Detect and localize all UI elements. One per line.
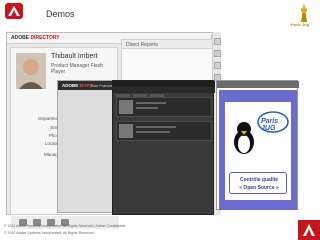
presentation-window: Paris JUG Contrôle qualité « Open Source…	[216, 80, 299, 210]
field-email-label: Email:	[15, 125, 63, 130]
scroll-step-icon[interactable]	[214, 50, 221, 57]
slide-canvas: Paris JUG Contrôle qualité « Open Source…	[225, 102, 291, 200]
penguin-icon	[234, 122, 254, 154]
presentation-toolbar	[217, 81, 299, 88]
adobe-logo-icon	[5, 3, 23, 19]
person-title: Product Manager Flash Player	[51, 63, 103, 75]
directory-brand: ADOBE DIRECTORY	[11, 35, 60, 41]
slide-title: Demos	[46, 9, 75, 19]
quality-control-box: Contrôle qualité « Open Source »	[229, 172, 287, 194]
direct-reports-title: Direct Reports	[126, 42, 158, 48]
maps-window: ADOBE MAPS San Francisco, CA	[57, 80, 124, 213]
field-manager-label: Manager:	[43, 152, 63, 157]
presentation-slide: Paris JUG Contrôle qualité « Open Source…	[219, 90, 297, 210]
dark-app-toolbar	[113, 87, 215, 98]
quality-control-line2: « Open Source »	[239, 185, 279, 191]
direct-reports-header: Direct Reports	[122, 40, 216, 49]
list-item-thumbnail	[119, 100, 133, 114]
footer-copyright-1: © 2011 Adobe Systems Incorporated. All R…	[4, 224, 126, 228]
scroll-up-arrow-icon[interactable]	[214, 38, 221, 45]
list-item[interactable]	[116, 97, 212, 117]
slide-header: Demos Paris Jug	[0, 0, 320, 28]
list-item-text	[136, 126, 176, 128]
paris-jug-logo-text: Paris JUG	[261, 118, 279, 132]
footer-copyright-2: © 2010 Adobe Systems Incorporated. All R…	[4, 231, 95, 235]
list-item-text	[136, 102, 166, 104]
field-department-label: Department:	[38, 116, 63, 121]
dark-app-window	[112, 80, 215, 215]
profile-photo	[16, 53, 46, 89]
maps-brand: ADOBE MAPS	[62, 83, 93, 88]
mascot-caption: Paris Jug	[291, 22, 310, 27]
list-item-text	[136, 107, 158, 109]
list-item-text	[136, 131, 170, 133]
adobe-corner-logo-icon	[298, 220, 320, 240]
field-phone-label: Phone:	[48, 133, 63, 138]
slide-page: Demos Paris Jug ADOBE DIRECTORY ✕ Thibau…	[0, 0, 320, 240]
field-location-label: Location:	[44, 141, 63, 146]
list-item-thumbnail	[119, 124, 133, 138]
scroll-step-icon[interactable]	[214, 62, 221, 69]
person-name: Thibault Imbert	[51, 53, 98, 60]
quality-control-line1: Contrôle qualité	[239, 177, 279, 183]
maps-titlebar: ADOBE MAPS San Francisco, CA	[58, 81, 124, 90]
list-item[interactable]	[116, 121, 212, 141]
